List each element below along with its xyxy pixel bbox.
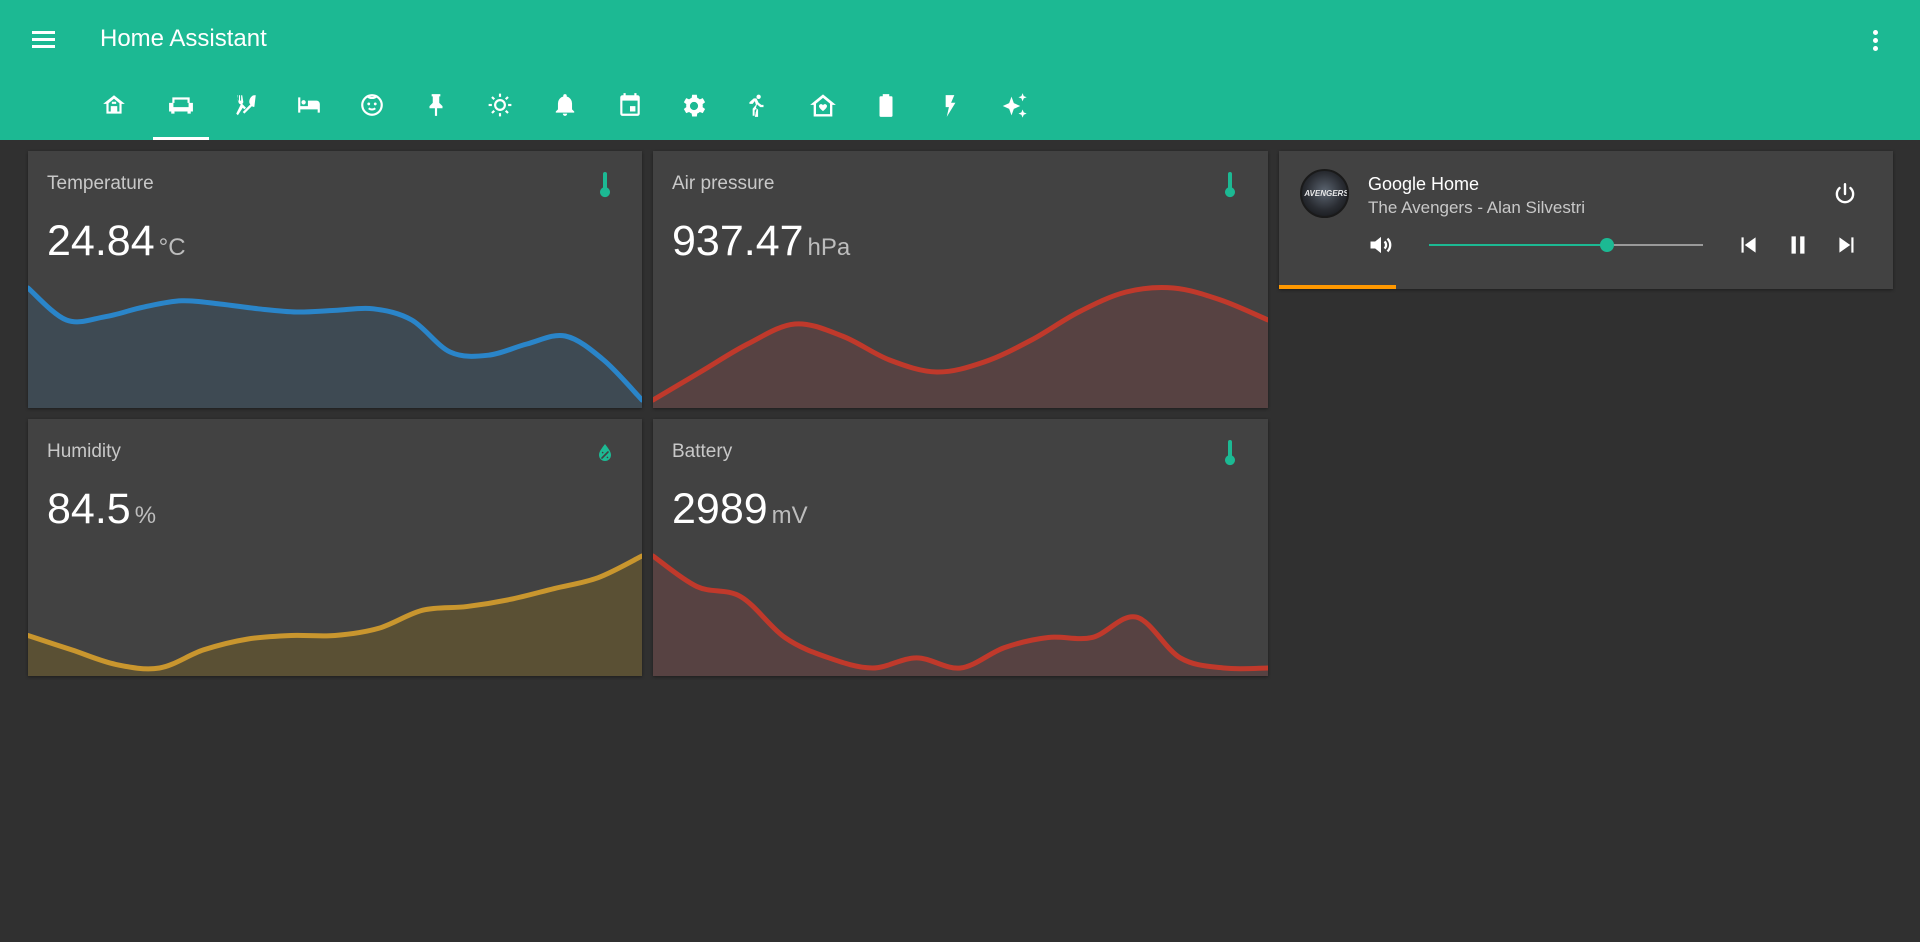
- sensor-unit: hPa: [807, 234, 851, 261]
- silverware-icon: [236, 95, 256, 116]
- thermometer-icon: [600, 172, 610, 198]
- tab-home-heart[interactable]: [797, 92, 847, 140]
- sensor-card-battery[interactable]: Battery 2989 mV: [653, 419, 1268, 676]
- flash-icon: [945, 95, 956, 117]
- power-icon[interactable]: [1832, 181, 1858, 207]
- media-progress-bar[interactable]: [1279, 285, 1893, 289]
- sparkline-area: [653, 556, 1268, 676]
- tab-battery[interactable]: [861, 92, 911, 140]
- sparkline-area: [28, 556, 642, 676]
- sparkline-area: [28, 288, 642, 408]
- volume-high-icon[interactable]: [1367, 231, 1395, 259]
- tab-home[interactable]: [89, 92, 139, 140]
- tab-walk[interactable]: [732, 92, 782, 140]
- thermometer-icon: [1225, 440, 1235, 466]
- pin-icon: [429, 94, 443, 116]
- volume-slider-fill: [1429, 244, 1608, 246]
- tab-sofa[interactable]: [153, 92, 209, 140]
- tab-bell[interactable]: [540, 92, 590, 140]
- sensor-value: 937.47 hPa: [672, 217, 851, 265]
- app-title: Home Assistant: [100, 25, 267, 52]
- walk-icon: [749, 94, 764, 117]
- card-title: Battery: [672, 441, 733, 462]
- tab-flash[interactable]: [925, 92, 975, 140]
- water-percent-icon: [599, 444, 611, 461]
- tab-silverware[interactable]: [221, 92, 271, 140]
- baby-face-icon: [361, 94, 383, 116]
- media-title: The Avengers - Alan Silvestri: [1368, 198, 1586, 217]
- bed-icon: [298, 97, 320, 113]
- menu-icon[interactable]: [30, 27, 58, 53]
- thermometer-icon: [1225, 172, 1235, 198]
- card-title: Humidity: [47, 441, 121, 462]
- settings-icon: [683, 94, 706, 117]
- sensor-card-humidity[interactable]: Humidity 84.5%: [28, 419, 642, 676]
- pause-icon[interactable]: [1785, 232, 1811, 258]
- sensor-unit: %: [134, 502, 157, 529]
- skip-previous-icon[interactable]: [1735, 232, 1761, 258]
- sparkles-icon: [1002, 93, 1027, 118]
- skip-next-icon[interactable]: [1834, 232, 1860, 258]
- album-artwork[interactable]: AVENGERS: [1300, 169, 1349, 218]
- volume-slider-knob[interactable]: [1600, 238, 1615, 252]
- tab-settings[interactable]: [668, 92, 718, 140]
- sensor-unit: mV: [771, 502, 808, 529]
- history-sparkline: [28, 285, 642, 408]
- sensor-value: 2989 mV: [672, 485, 808, 533]
- card-title: Air pressure: [672, 173, 775, 194]
- tab-bed[interactable]: [283, 92, 333, 140]
- brightness-icon: [488, 93, 512, 117]
- sofa-icon: [169, 97, 193, 114]
- sensor-card-air-pressure[interactable]: Air pressure 937.47 hPa: [653, 151, 1268, 408]
- sensor-card-temperature[interactable]: Temperature 24.84 °C: [28, 151, 642, 408]
- tab-baby-face[interactable]: [347, 92, 397, 140]
- battery-icon: [879, 94, 893, 117]
- app-header: Home Assistant: [0, 0, 1920, 140]
- sensor-value: 24.84 °C: [47, 217, 186, 265]
- calendar-icon: [620, 93, 640, 116]
- home-heart-icon: [810, 94, 836, 117]
- media-player-card: AVENGERS Google Home The Avengers - Alan…: [1279, 151, 1893, 289]
- tab-brightness[interactable]: [475, 92, 525, 140]
- media-progress-fill: [1279, 285, 1396, 289]
- dots-vertical-icon[interactable]: [1860, 26, 1890, 56]
- tab-calendar[interactable]: [605, 92, 655, 140]
- volume-slider[interactable]: [1429, 238, 1703, 252]
- history-sparkline: [28, 553, 642, 676]
- history-sparkline: [653, 553, 1268, 676]
- tab-pin[interactable]: [411, 92, 461, 140]
- history-sparkline: [653, 285, 1268, 408]
- sensor-unit: °C: [158, 234, 186, 261]
- card-title: Temperature: [47, 173, 154, 194]
- tab-sparkles[interactable]: [989, 92, 1039, 140]
- bell-icon: [555, 94, 575, 116]
- home-icon: [103, 95, 125, 114]
- media-player-name: Google Home: [1368, 174, 1480, 194]
- sensor-value: 84.5%: [47, 485, 157, 533]
